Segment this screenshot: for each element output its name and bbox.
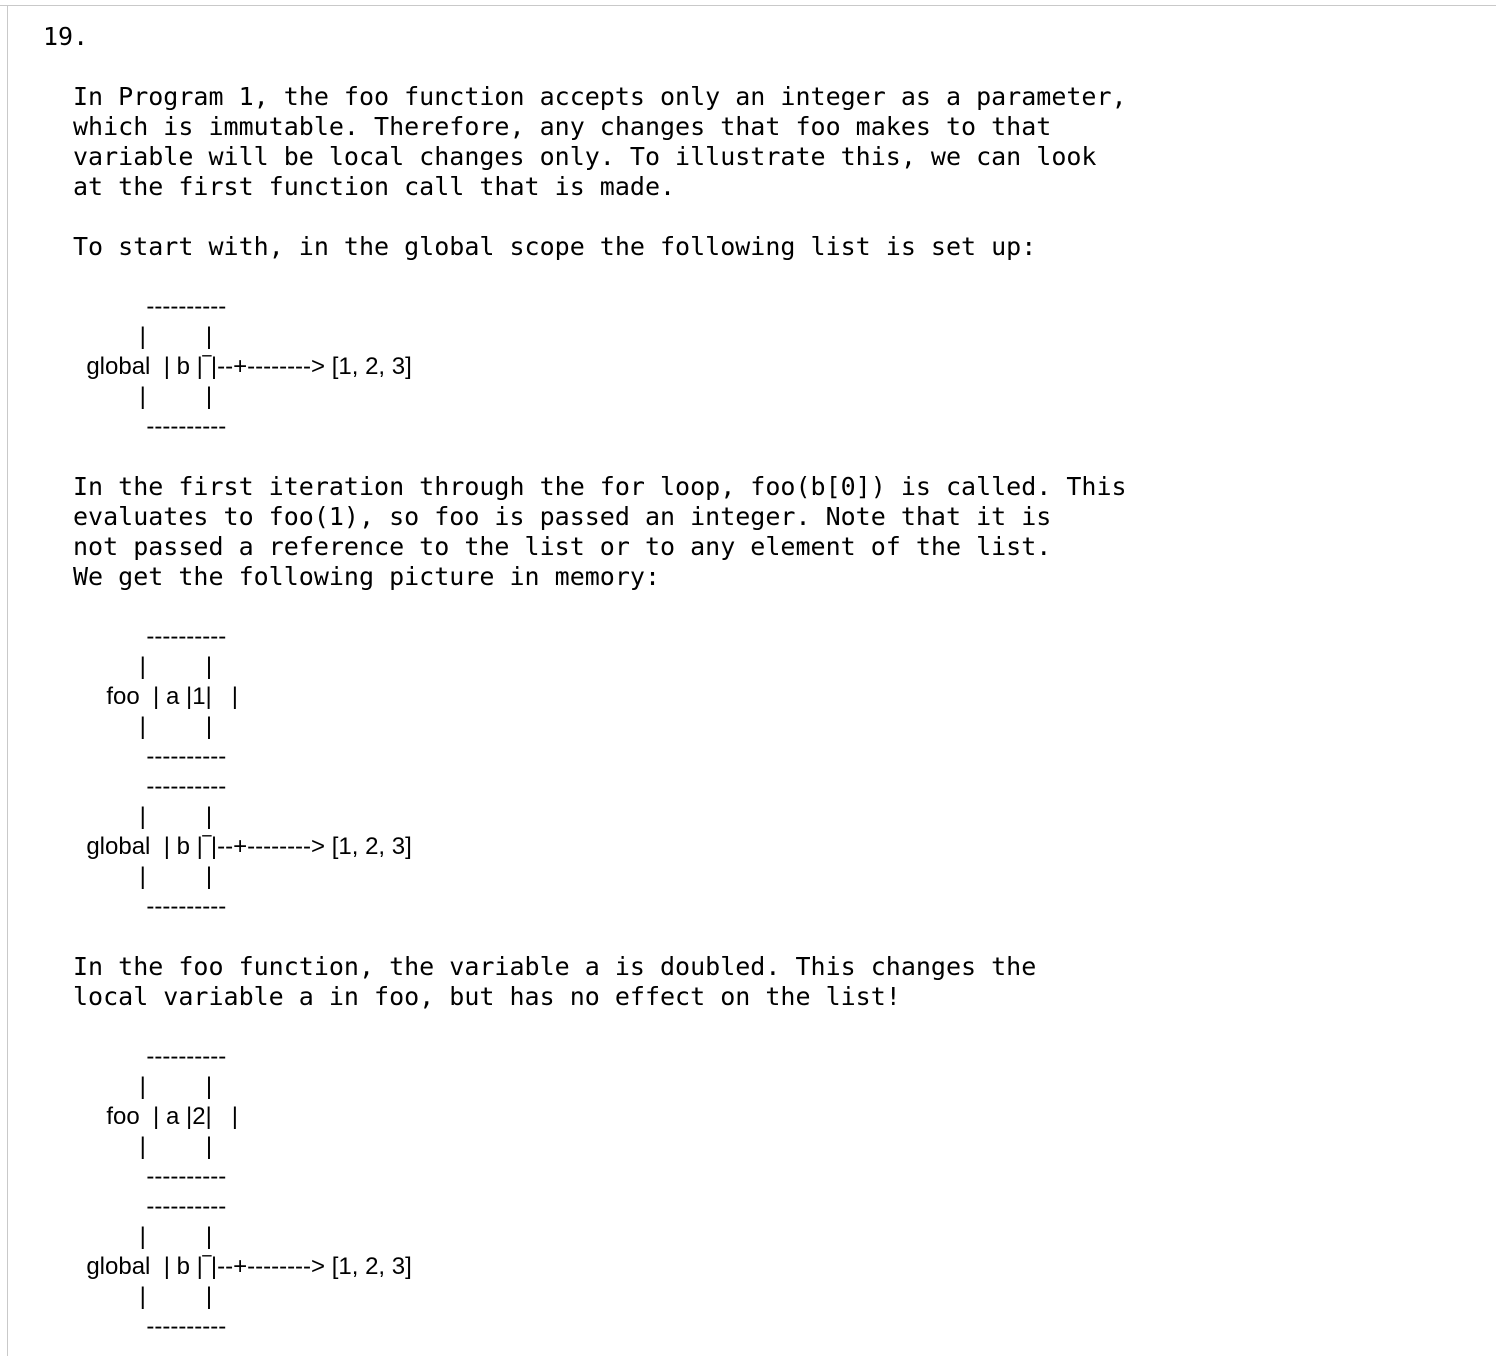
memory-diagram-after-doubling: ---------- | | foo | a |2| | | | -------… (86, 1043, 412, 1340)
intro-paragraph: In Program 1, the foo function accepts o… (73, 82, 1127, 201)
doubling-paragraph: In the foo function, the variable a is d… (73, 952, 1037, 1011)
memory-diagram-foo-call: ---------- | | foo | a |1| | | | -------… (86, 623, 412, 920)
frame-top-border (0, 5, 1496, 6)
setup-paragraph: To start with, in the global scope the f… (73, 232, 1037, 261)
first-iteration-paragraph: In the first iteration through the for l… (73, 472, 1127, 591)
frame-left-border (7, 5, 8, 1356)
memory-diagram-initial: ---------- | | global | b |‾|--+--------… (86, 293, 412, 440)
question-number: 19. (43, 22, 89, 51)
